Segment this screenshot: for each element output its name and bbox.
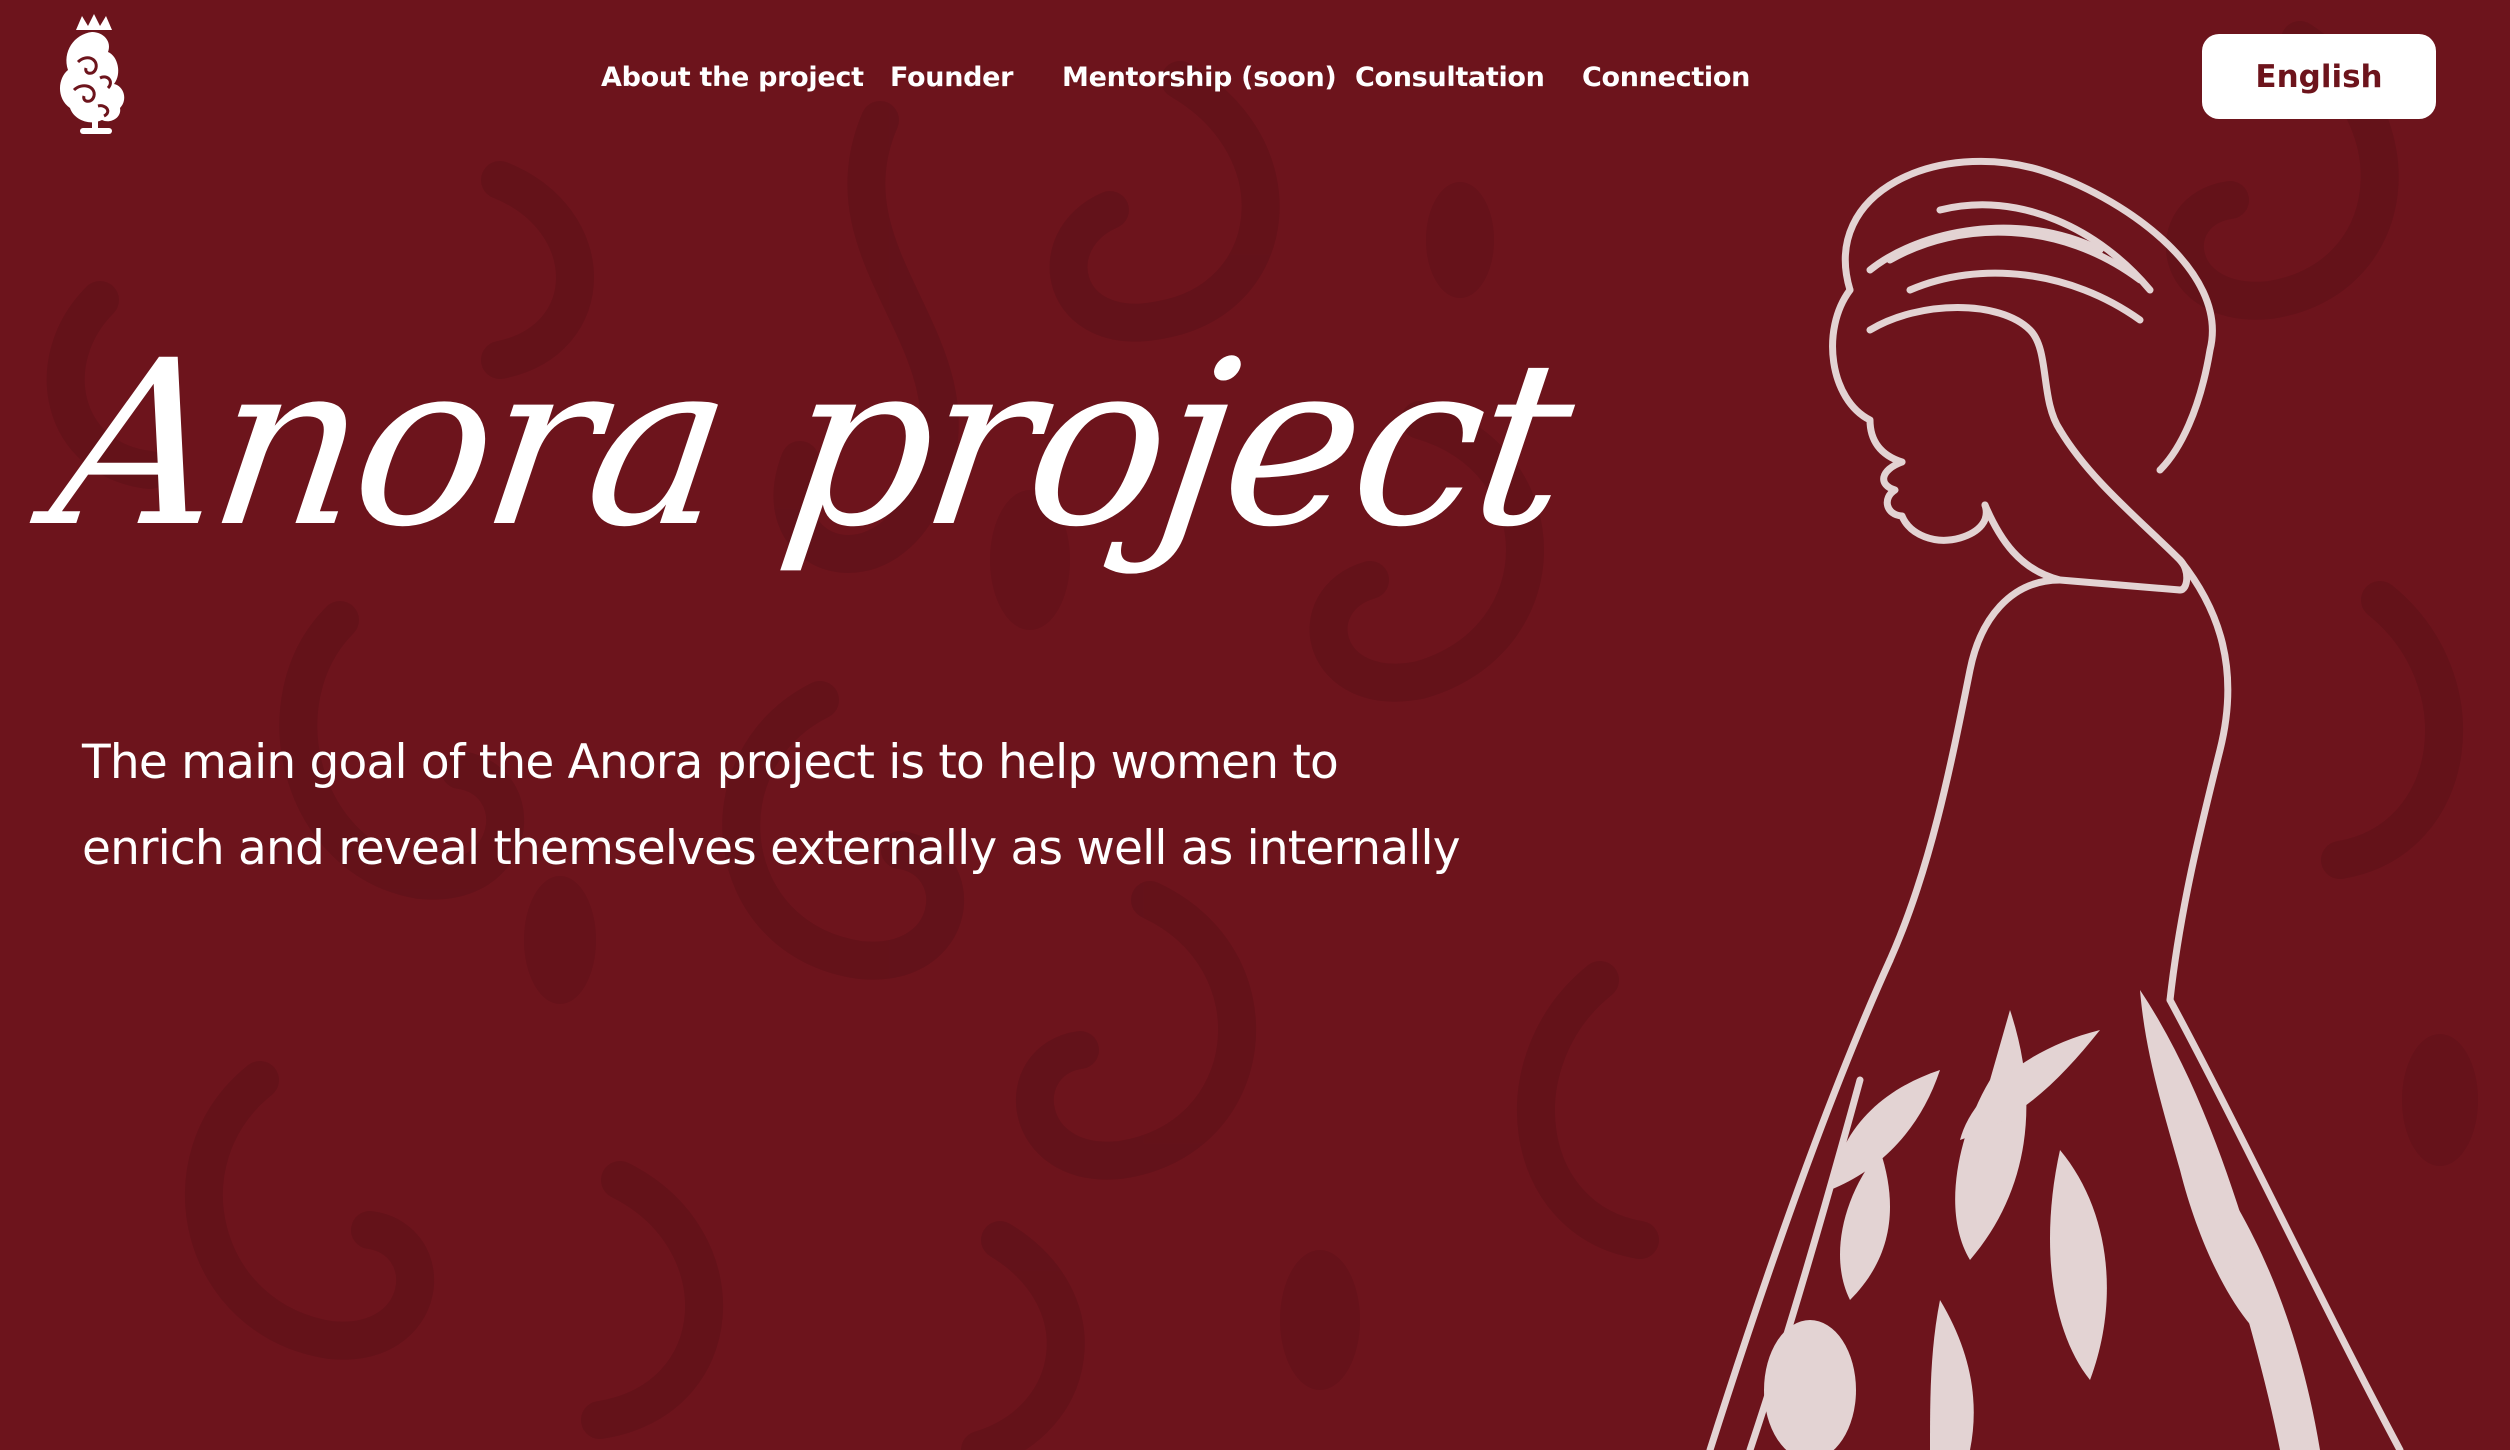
queen-logo-icon[interactable] (52, 12, 136, 140)
woman-silhouette-illustration (1706, 157, 2404, 1450)
language-button[interactable]: English (2202, 34, 2436, 119)
nav-link-connection[interactable]: Connection (1582, 58, 1750, 98)
nav-link-mentorship[interactable]: Mentorship (soon) (1062, 58, 1337, 98)
nav-link-about[interactable]: About the project (601, 58, 864, 98)
nav-link-founder[interactable]: Founder (890, 58, 1014, 98)
hero-description: The main goal of the Anora project is to… (82, 735, 1461, 876)
hero-title: Anora project (39, 311, 1583, 577)
nav-link-consultation[interactable]: Consultation (1355, 58, 1545, 98)
